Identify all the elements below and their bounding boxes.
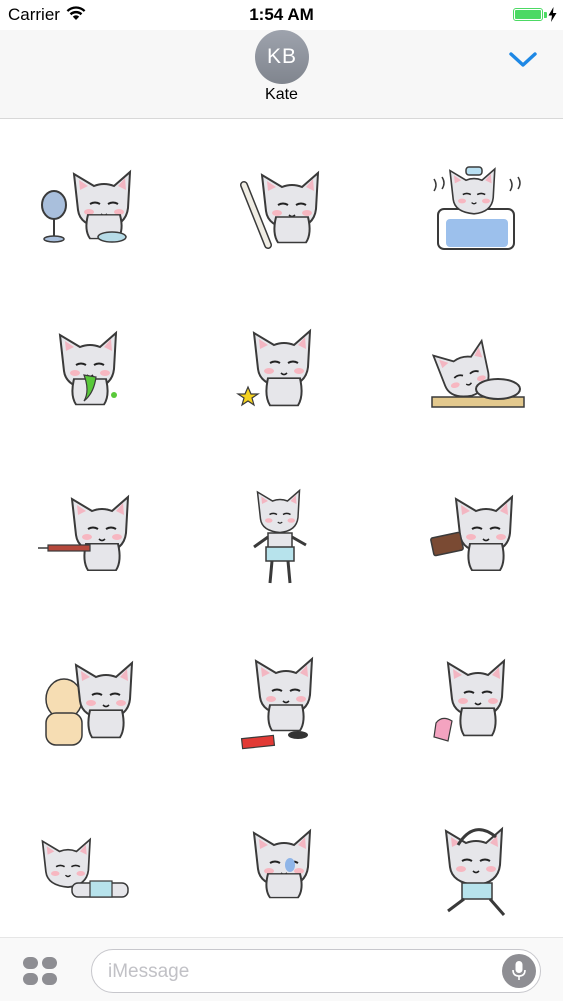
charging-bolt-icon [548,7,557,22]
sticker-cat-with-pink-cloth[interactable] [418,653,538,773]
contact-name[interactable]: Kate [0,86,563,104]
sticker-cat-stretching[interactable] [418,819,538,939]
message-input[interactable]: iMessage [91,949,541,993]
app-drawer-icon[interactable] [22,956,58,986]
conversation-header: KB Kate [0,30,563,119]
sticker-grid [0,119,563,937]
microphone-icon [512,961,526,980]
battery-cap [544,12,547,18]
avatar[interactable]: KB [255,30,309,84]
sticker-cat-lying-down[interactable] [32,819,152,939]
battery-icon [513,8,543,21]
message-bar: iMessage [0,937,563,1001]
clock: 1:54 AM [249,5,314,24]
sticker-cat-with-wallet[interactable] [418,487,538,607]
sticker-cat-hugging-friend[interactable] [32,653,152,773]
sticker-cat-sick-in-bed[interactable] [418,157,538,277]
sticker-cat-vomiting[interactable] [32,321,152,441]
sticker-cat-sleeping-on-table[interactable] [418,321,538,441]
status-bar: Carrier 1:54 AM [0,0,563,30]
microphone-button[interactable] [502,954,536,988]
sticker-cat-with-fan[interactable] [32,157,152,277]
sticker-cat-with-red-envelope[interactable] [222,653,342,773]
message-placeholder: iMessage [108,961,190,982]
sticker-cat-with-star[interactable] [222,321,342,441]
sticker-cat-with-bone[interactable] [222,157,342,277]
sticker-cat-in-underwear[interactable] [222,487,342,607]
sticker-cat-with-syringe[interactable] [32,487,152,607]
sticker-cat-scared[interactable] [222,819,342,939]
chevron-down-icon[interactable] [506,46,540,72]
